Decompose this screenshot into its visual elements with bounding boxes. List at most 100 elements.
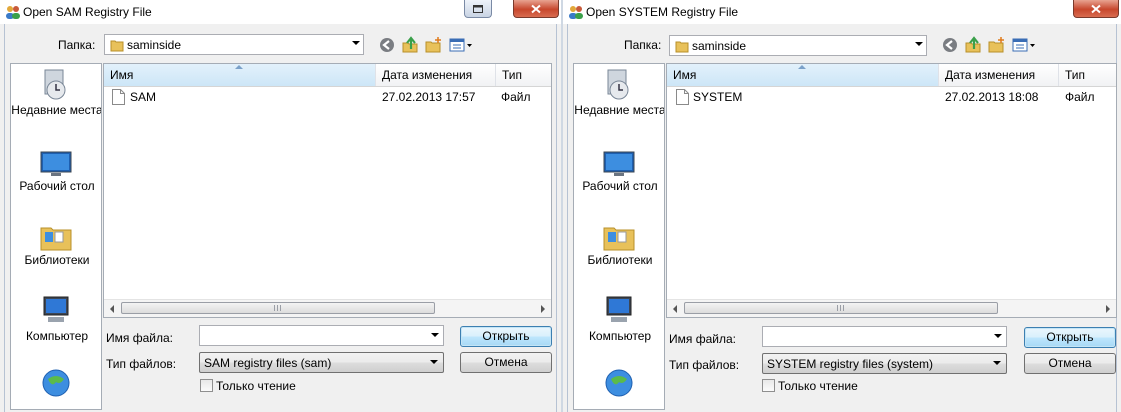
close-button[interactable] <box>1073 0 1119 18</box>
scroll-thumb[interactable] <box>121 302 435 314</box>
file-date: 27.02.2013 17:57 <box>382 90 476 104</box>
place-label: Недавние места <box>11 103 102 117</box>
list-header: Имя Дата изменения Тип <box>667 64 1116 87</box>
network-icon <box>605 369 633 397</box>
filename-label: Имя файла: <box>669 332 736 346</box>
desktop-icon <box>603 151 635 176</box>
recent-places-icon <box>44 69 66 100</box>
column-name-header[interactable]: Имя <box>104 64 376 86</box>
filetype-select[interactable]: SAM registry files (sam) <box>199 352 444 373</box>
chevron-down-icon[interactable] <box>915 42 923 46</box>
open-button[interactable]: Открыть <box>460 326 552 347</box>
readonly-checkbox[interactable] <box>200 379 213 392</box>
readonly-checkbox[interactable] <box>762 379 775 392</box>
file-list[interactable]: Имя Дата изменения Тип SAM 27.02.2013 17… <box>103 63 552 318</box>
cancel-button[interactable]: Отмена <box>1024 353 1116 374</box>
place-label: Компьютер <box>25 329 89 343</box>
places-bar: Недавние места Рабочий стол Библиотеки К… <box>573 63 665 410</box>
close-icon <box>1091 4 1101 13</box>
column-type-label: Тип <box>502 68 523 82</box>
readonly-label[interactable]: Только чтение <box>778 379 858 393</box>
file-type: Файл <box>1065 90 1095 104</box>
restore-button[interactable] <box>464 0 492 18</box>
filename-text[interactable] <box>202 327 423 344</box>
up-folder-icon[interactable] <box>401 36 419 54</box>
chevron-down-icon <box>430 360 438 364</box>
chevron-down-icon[interactable] <box>352 41 360 45</box>
filetype-select[interactable]: SYSTEM registry files (system) <box>762 353 1007 374</box>
scroll-left-icon[interactable] <box>110 305 114 313</box>
filetype-label: Тип файлов: <box>106 357 177 371</box>
file-icon <box>112 89 125 105</box>
computer-icon <box>606 296 632 322</box>
open-sam-dialog: Open SAM Registry File Папка: saminside … <box>0 0 561 412</box>
column-type-label: Тип <box>1065 68 1086 82</box>
window-title: Open SYSTEM Registry File <box>586 5 739 19</box>
desktop-icon <box>40 151 72 176</box>
place-label: Недавние места <box>574 103 665 117</box>
filename-text[interactable] <box>765 328 986 345</box>
close-button[interactable] <box>513 0 559 18</box>
sort-ascending-icon <box>235 65 243 69</box>
scroll-thumb[interactable] <box>684 302 998 314</box>
place-label: Рабочий стол <box>19 179 95 193</box>
column-name-label: Имя <box>673 68 697 82</box>
column-name-label: Имя <box>110 68 134 82</box>
filename-label: Имя файла: <box>106 331 173 345</box>
place-label: Библиотеки <box>24 253 90 267</box>
new-folder-icon[interactable] <box>987 36 1005 54</box>
column-date-label: Дата изменения <box>382 68 473 82</box>
chevron-down-icon[interactable] <box>431 333 439 337</box>
column-type-header[interactable]: Тип <box>1059 64 1116 86</box>
back-arrow-icon[interactable] <box>378 36 396 54</box>
users-icon <box>6 6 20 19</box>
libraries-icon <box>40 227 72 251</box>
file-name: SAM <box>130 90 157 104</box>
network-icon <box>42 369 70 397</box>
restore-icon <box>473 4 483 13</box>
scroll-left-icon[interactable] <box>673 305 677 313</box>
readonly-label[interactable]: Только чтение <box>216 379 296 393</box>
cancel-button[interactable]: Отмена <box>460 352 552 373</box>
horizontal-scrollbar[interactable] <box>667 299 1116 317</box>
file-row[interactable]: SAM 27.02.2013 17:57 Файл <box>104 88 551 106</box>
close-icon <box>531 4 541 13</box>
folder-icon <box>110 40 124 52</box>
look-in-combo[interactable]: saminside <box>669 35 927 56</box>
horizontal-scrollbar[interactable] <box>104 299 551 317</box>
open-button[interactable]: Открыть <box>1024 327 1116 348</box>
filetype-value: SAM registry files (sam) <box>204 356 332 370</box>
file-type: Файл <box>501 90 531 104</box>
recent-places-icon <box>607 69 629 100</box>
look-in-combo[interactable]: saminside <box>104 34 364 55</box>
up-folder-icon[interactable] <box>964 36 982 54</box>
libraries-icon <box>603 227 635 251</box>
file-icon <box>676 89 689 105</box>
places-bar: Недавние места Рабочий стол Библиотеки К… <box>10 63 102 410</box>
look-in-label: Папка: <box>624 38 662 52</box>
list-header: Имя Дата изменения Тип <box>104 64 551 87</box>
filetype-value: SYSTEM registry files (system) <box>767 357 934 371</box>
new-folder-icon[interactable] <box>424 36 442 54</box>
views-menu-icon[interactable] <box>1012 36 1036 54</box>
column-date-label: Дата изменения <box>945 68 1036 82</box>
filetype-label: Тип файлов: <box>669 358 740 372</box>
column-name-header[interactable]: Имя <box>667 64 939 86</box>
filename-input[interactable] <box>762 326 1007 347</box>
file-list[interactable]: Имя Дата изменения Тип SYSTEM 27.02.2013… <box>666 63 1117 318</box>
place-label: Компьютер <box>588 329 652 343</box>
column-type-header[interactable]: Тип <box>496 64 551 86</box>
chevron-down-icon[interactable] <box>994 334 1002 338</box>
place-label: Рабочий стол <box>582 179 658 193</box>
look-in-value: saminside <box>127 38 182 52</box>
views-menu-icon[interactable] <box>449 36 473 54</box>
back-arrow-icon[interactable] <box>941 36 959 54</box>
look-in-value: saminside <box>692 39 747 53</box>
scroll-right-icon[interactable] <box>541 305 545 313</box>
window-title: Open SAM Registry File <box>23 5 152 19</box>
scroll-right-icon[interactable] <box>1106 305 1110 313</box>
column-date-header[interactable]: Дата изменения <box>376 64 496 86</box>
column-date-header[interactable]: Дата изменения <box>939 64 1059 86</box>
filename-input[interactable] <box>199 325 444 346</box>
file-row[interactable]: SYSTEM 27.02.2013 18:08 Файл <box>667 88 1116 106</box>
